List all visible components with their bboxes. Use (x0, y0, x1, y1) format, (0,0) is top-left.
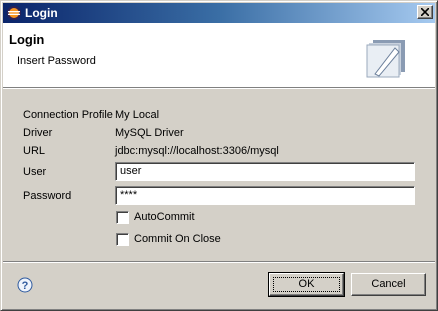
header-separator (3, 87, 435, 89)
header-message: Insert Password (17, 55, 96, 67)
user-field[interactable]: user (115, 162, 415, 181)
connection-profile-value: My Local (115, 109, 160, 121)
password-field[interactable]: **** (115, 186, 415, 205)
dialog-header: Login Insert Password (3, 23, 435, 87)
cancel-button[interactable]: Cancel (351, 273, 426, 296)
url-value: jdbc:mysql://localhost:3306/mysql (115, 145, 279, 157)
user-label: User (23, 166, 47, 178)
url-label: URL (23, 145, 46, 157)
ok-button[interactable]: OK (268, 272, 345, 297)
driver-label: Driver (23, 127, 53, 139)
eclipse-icon (7, 6, 21, 20)
login-dialog: Login Login Insert Password Connection P… (0, 0, 438, 311)
close-icon (421, 8, 429, 16)
commit-on-close-box[interactable] (116, 233, 129, 246)
cancel-button-label: Cancel (371, 278, 406, 290)
password-label: Password (23, 190, 72, 202)
title-bar[interactable]: Login (3, 3, 435, 23)
driver-value: MySQL Driver (115, 127, 184, 139)
autocommit-box[interactable] (116, 211, 129, 224)
header-title: Login (9, 32, 45, 47)
autocommit-label[interactable]: AutoCommit (134, 211, 195, 223)
close-button[interactable] (417, 5, 433, 19)
connection-profile-label: Connection Profile (23, 109, 113, 121)
svg-text:?: ? (22, 280, 29, 292)
window-title: Login (25, 6, 58, 20)
wizard-banner-icon (366, 40, 405, 78)
help-icon[interactable]: ? (17, 277, 33, 293)
focus-ring (273, 277, 340, 292)
footer-separator (3, 261, 435, 263)
commit-on-close-label[interactable]: Commit On Close (134, 233, 221, 245)
